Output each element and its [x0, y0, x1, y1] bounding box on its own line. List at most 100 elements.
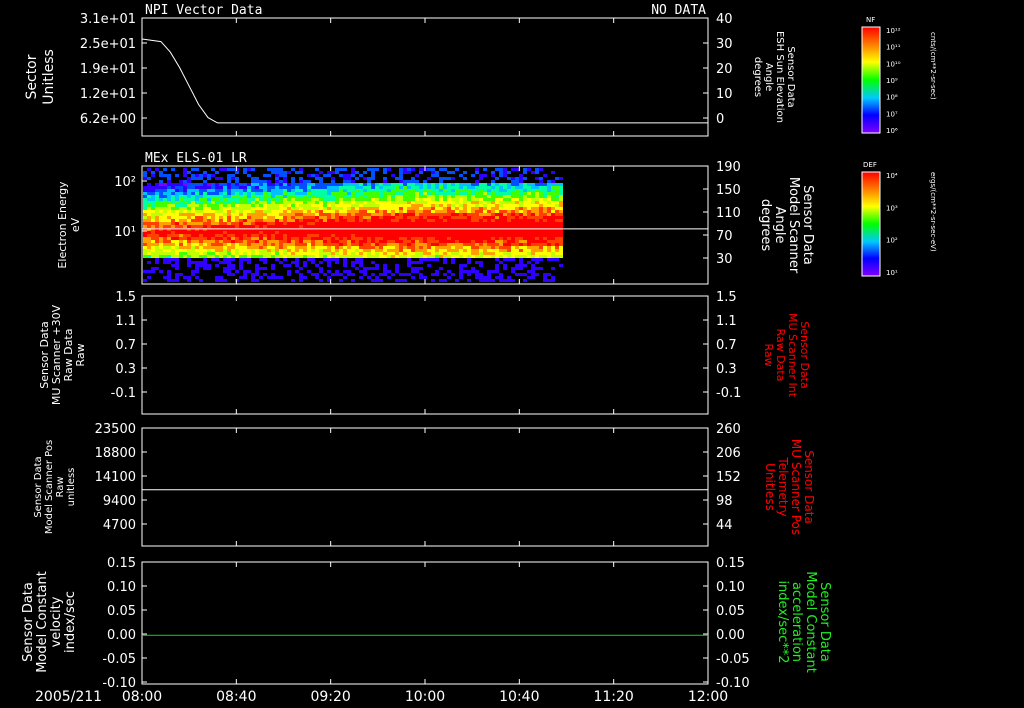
heatmap-cell [391, 195, 395, 198]
heatmap-cell [355, 192, 359, 195]
heatmap-cell [499, 210, 503, 213]
heatmap-cell [399, 231, 403, 234]
heatmap-cell [347, 207, 351, 210]
heatmap-cell [275, 255, 279, 258]
heatmap-cell [399, 255, 403, 258]
heatmap-cell [295, 231, 299, 234]
heatmap-cell [211, 246, 215, 249]
heatmap-cell [411, 180, 415, 183]
heatmap-cell [415, 216, 419, 219]
heatmap-cell [359, 219, 363, 222]
heatmap-cell [215, 192, 219, 195]
heatmap-cell [479, 219, 483, 222]
heatmap-cell [347, 213, 351, 216]
x-tick-label: 09:20 [310, 689, 350, 705]
colorbar-tick-label: 10⁹ [886, 77, 898, 85]
heatmap-cell [319, 246, 323, 249]
heatmap-cell [247, 258, 251, 261]
heatmap-cell [299, 198, 303, 201]
heatmap-cell [527, 207, 531, 210]
heatmap-cell [227, 246, 231, 249]
heatmap-cell [475, 186, 479, 189]
heatmap-cell [415, 267, 419, 270]
heatmap-cell [375, 255, 379, 258]
heatmap-cell [551, 198, 555, 201]
heatmap-cell [439, 189, 443, 192]
heatmap-cell [239, 255, 243, 258]
y2-tick-label: 150 [716, 183, 741, 198]
heatmap-cell [487, 249, 491, 252]
heatmap-cell [331, 234, 335, 237]
heatmap-cell [295, 240, 299, 243]
heatmap-cell [515, 213, 519, 216]
heatmap-cell [223, 231, 227, 234]
heatmap-cell [175, 192, 179, 195]
heatmap-cell [295, 225, 299, 228]
heatmap-cell [551, 243, 555, 246]
heatmap-cell [527, 261, 531, 264]
heatmap-cell [167, 225, 171, 228]
heatmap-cell [419, 231, 423, 234]
heatmap-cell [255, 204, 259, 207]
heatmap-cell [251, 195, 255, 198]
heatmap-cell [255, 180, 259, 183]
heatmap-cell [555, 219, 559, 222]
heatmap-cell [495, 189, 499, 192]
heatmap-cell [223, 234, 227, 237]
heatmap-cell [267, 192, 271, 195]
heatmap-cell [335, 273, 339, 276]
heatmap-cell [215, 222, 219, 225]
heatmap-cell [351, 207, 355, 210]
heatmap-cell [487, 273, 491, 276]
heatmap-cell [315, 252, 319, 255]
heatmap-cell [487, 279, 491, 282]
heatmap-cell [507, 279, 511, 282]
heatmap-cell [407, 219, 411, 222]
heatmap-cell [215, 249, 219, 252]
heatmap-cell [543, 252, 547, 255]
heatmap-cell [447, 240, 451, 243]
heatmap-cell [283, 192, 287, 195]
heatmap-cell [323, 195, 327, 198]
heatmap-cell [463, 234, 467, 237]
heatmap-cell [215, 225, 219, 228]
heatmap-cell [243, 210, 247, 213]
heatmap-cell [459, 201, 463, 204]
heatmap-cell [223, 279, 227, 282]
heatmap-cell [459, 225, 463, 228]
heatmap-cell [531, 255, 535, 258]
heatmap-cell [539, 213, 543, 216]
heatmap-cell [463, 201, 467, 204]
heatmap-cell [427, 222, 431, 225]
heatmap-cell [215, 177, 219, 180]
heatmap-cell [155, 168, 159, 171]
heatmap-cell [527, 219, 531, 222]
heatmap-cell [479, 198, 483, 201]
heatmap-cell [531, 219, 535, 222]
heatmap-cell [303, 219, 307, 222]
heatmap-cell [503, 234, 507, 237]
heatmap-cell [395, 255, 399, 258]
heatmap-cell [239, 240, 243, 243]
heatmap-cell [351, 183, 355, 186]
heatmap-cell [391, 198, 395, 201]
heatmap-cell [447, 195, 451, 198]
heatmap-cell [287, 234, 291, 237]
heatmap-cell [367, 246, 371, 249]
heatmap-cell [479, 246, 483, 249]
heatmap-cell [211, 222, 215, 225]
heatmap-cell [275, 180, 279, 183]
heatmap-cell [343, 180, 347, 183]
heatmap-cell [535, 216, 539, 219]
heatmap-cell [179, 225, 183, 228]
heatmap-cell [315, 192, 319, 195]
heatmap-cell [335, 207, 339, 210]
heatmap-cell [331, 243, 335, 246]
heatmap-cell [295, 213, 299, 216]
heatmap-cell [211, 198, 215, 201]
heatmap-cell [347, 183, 351, 186]
heatmap-cell [175, 183, 179, 186]
heatmap-cell [519, 231, 523, 234]
heatmap-cell [339, 186, 343, 189]
heatmap-cell [283, 249, 287, 252]
